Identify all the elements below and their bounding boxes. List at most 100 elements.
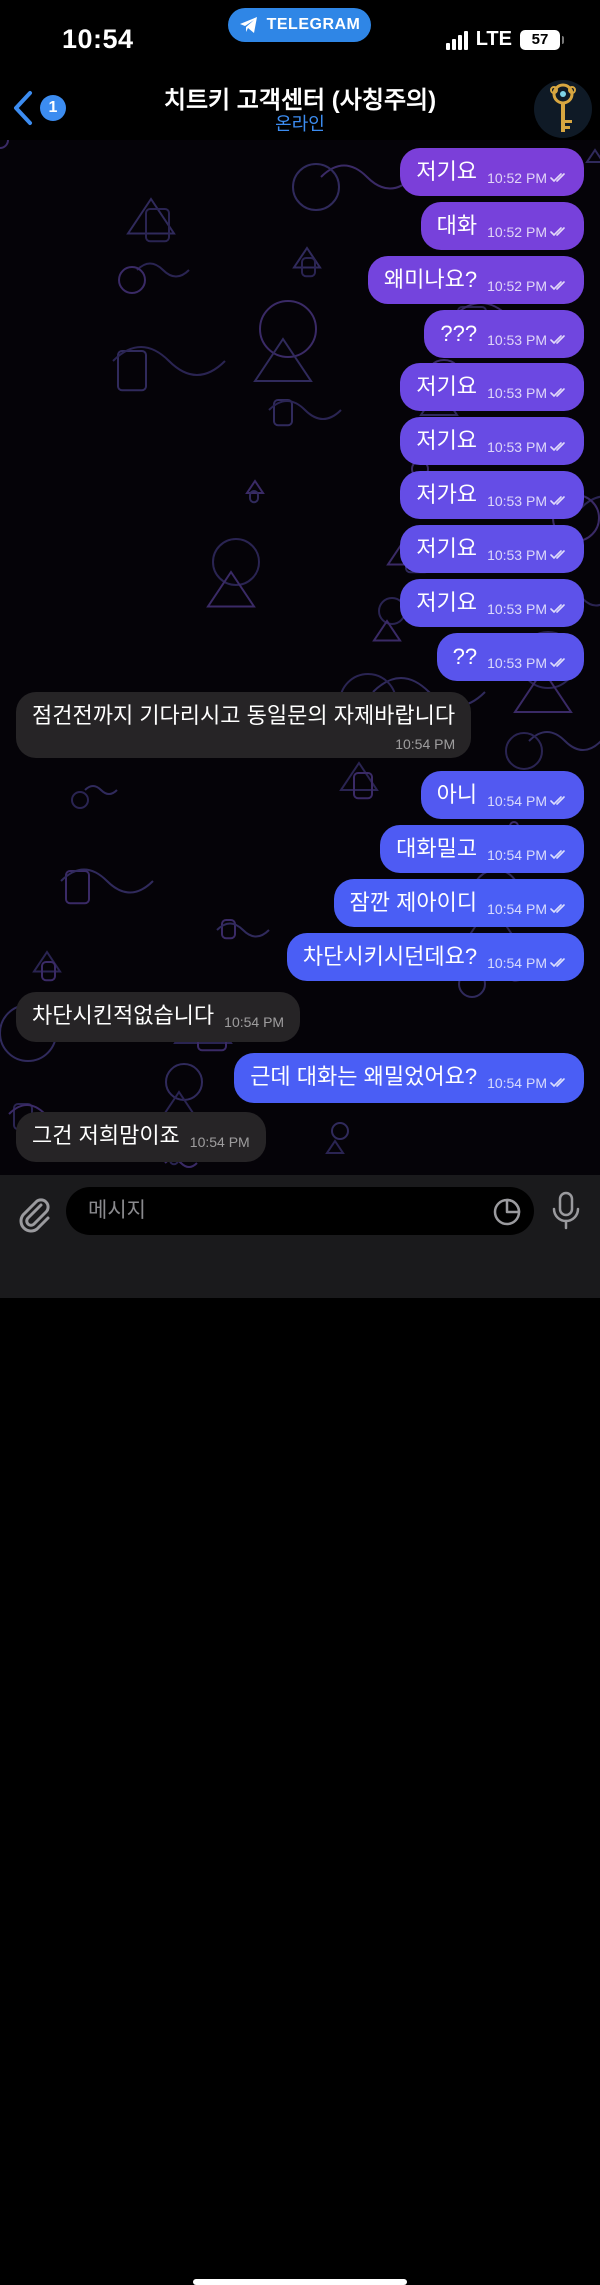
message-meta: 10:54 PM (395, 731, 455, 757)
message-text: 점건전까지 기다리시고 동일문의 자제바랍니다 (32, 703, 456, 728)
incoming-message[interactable]: 그건 저희맘이죠 10:54 PM (16, 1112, 266, 1162)
back-button[interactable]: 1 (12, 90, 66, 126)
message-meta: 10:54 PM (190, 1129, 250, 1155)
outgoing-message[interactable]: ??? 10:53 PM (424, 310, 584, 358)
message-text: 저기요 (416, 159, 478, 184)
status-bar: 10:54 TELEGRAM LTE 57 (0, 0, 600, 80)
message-input-field[interactable] (66, 1187, 534, 1235)
chevron-left-icon (14, 91, 32, 125)
double-check-icon (550, 1078, 565, 1088)
message-meta: 10:52 PM (487, 165, 568, 191)
double-check-icon (550, 796, 565, 806)
message-meta: 10:54 PM (487, 950, 568, 976)
outgoing-message[interactable]: 저기요 10:53 PM (400, 579, 584, 627)
message-text: 잠깐 제아이디 (349, 890, 478, 915)
status-indicators: LTE 57 (445, 28, 564, 51)
message-text: 차단시키시던데요? (302, 944, 478, 969)
message-text: 대화 (436, 213, 478, 238)
double-check-icon (550, 335, 565, 345)
message-time: 10:52 PM (487, 170, 547, 186)
unread-count-badge: 1 (40, 95, 66, 121)
double-check-icon (550, 496, 565, 506)
double-check-icon (550, 904, 565, 914)
double-check-icon (550, 550, 565, 560)
message-time: 10:53 PM (487, 332, 547, 348)
telegram-plane-icon (239, 17, 257, 33)
double-check-icon (550, 442, 565, 452)
double-check-icon (550, 227, 565, 237)
network-type: LTE (475, 28, 512, 50)
message-time: 10:53 PM (487, 655, 547, 671)
signal-icon (445, 30, 468, 50)
message-meta: 10:54 PM (224, 1009, 284, 1035)
message-time: 10:53 PM (487, 385, 547, 401)
message-time: 10:53 PM (487, 493, 547, 509)
message-text: 그건 저희맘이죠 (32, 1123, 180, 1148)
key-icon (550, 83, 576, 132)
home-indicator[interactable] (193, 2279, 407, 2285)
message-meta: 10:54 PM (487, 842, 568, 868)
outgoing-message[interactable]: ?? 10:53 PM (436, 633, 584, 681)
double-check-icon (550, 958, 565, 968)
message-meta: 10:53 PM (487, 380, 568, 406)
message-text: 저기요 (416, 536, 478, 561)
paperclip-icon[interactable] (14, 1193, 54, 1233)
message-meta: 10:54 PM (487, 1070, 568, 1096)
message-time: 10:54 PM (189, 1134, 250, 1150)
message-time: 10:54 PM (395, 736, 456, 752)
outgoing-message[interactable]: 대화밀고 10:54 PM (380, 825, 584, 873)
message-text: 아니 (436, 782, 478, 807)
message-meta: 10:54 PM (487, 896, 568, 922)
message-time: 10:54 PM (224, 1014, 285, 1030)
outgoing-message[interactable]: 잠깐 제아이디 10:54 PM (333, 879, 584, 927)
outgoing-message[interactable]: 저기요 10:52 PM (400, 148, 584, 196)
message-text: 차단시킨적없습니다 (32, 1003, 215, 1028)
message-time: 10:54 PM (487, 847, 547, 863)
message-text: ?? (452, 644, 478, 669)
double-check-icon (550, 658, 565, 668)
message-text: 저기요 (416, 590, 478, 615)
message-text: ??? (440, 321, 478, 346)
incoming-message[interactable]: 점건전까지 기다리시고 동일문의 자제바랍니다 10:54 PM (16, 692, 472, 758)
outgoing-message[interactable]: 왜미나요? 10:52 PM (367, 256, 584, 304)
outgoing-message[interactable]: 아니 10:54 PM (420, 771, 584, 819)
outgoing-message[interactable]: 저기요 10:53 PM (400, 417, 584, 465)
message-meta: 10:53 PM (487, 327, 568, 353)
outgoing-message[interactable]: 저기요 10:53 PM (400, 525, 584, 573)
message-time: 10:52 PM (487, 224, 547, 240)
avatar[interactable] (534, 80, 592, 138)
outgoing-message[interactable]: 대화 10:52 PM (420, 202, 584, 250)
message-text: 저기요 (416, 428, 478, 453)
double-check-icon (550, 388, 565, 398)
outgoing-message[interactable]: 저기요 10:53 PM (400, 363, 584, 411)
outgoing-message[interactable]: 저가요 10:53 PM (400, 471, 584, 519)
status-time: 10:54 (62, 24, 134, 54)
microphone-icon[interactable] (548, 1191, 584, 1231)
message-time: 10:54 PM (487, 901, 547, 917)
telegram-pill[interactable]: TELEGRAM (228, 8, 371, 42)
double-check-icon (550, 281, 565, 291)
message-time: 10:53 PM (487, 547, 547, 563)
message-meta: 10:53 PM (487, 434, 568, 460)
double-check-icon (550, 604, 565, 614)
message-meta: 10:54 PM (487, 788, 568, 814)
battery-icon: 57 (520, 29, 564, 50)
message-input[interactable] (86, 1198, 474, 1224)
telegram-pill-label: TELEGRAM (266, 16, 361, 33)
double-check-icon (550, 173, 565, 183)
message-text: 저기요 (416, 374, 478, 399)
sticker-icon[interactable] (492, 1197, 522, 1227)
incoming-message[interactable]: 차단시킨적없습니다 10:54 PM (16, 992, 301, 1042)
message-meta: 10:53 PM (487, 542, 568, 568)
chat-messages[interactable]: 저기요 10:52 PM 대화 10:52 PM 왜미나요? 10:52 PM??? 10:… (0, 140, 600, 1175)
chat-header: 치트키 고객센터 (사칭주의) 온라인 1 (0, 80, 600, 140)
double-check-icon (550, 850, 565, 860)
message-time: 10:54 PM (487, 955, 547, 971)
outgoing-message[interactable]: 차단시키시던데요? 10:54 PM (286, 933, 584, 981)
message-text: 왜미나요? (383, 267, 478, 292)
composer (0, 1175, 600, 2285)
chat-status: 온라인 (275, 114, 325, 134)
message-text: 근데 대화는 왜밀었어요? (250, 1064, 478, 1089)
message-meta: 10:52 PM (487, 219, 568, 245)
outgoing-message[interactable]: 근데 대화는 왜밀었어요? 10:54 PM (234, 1053, 584, 1103)
